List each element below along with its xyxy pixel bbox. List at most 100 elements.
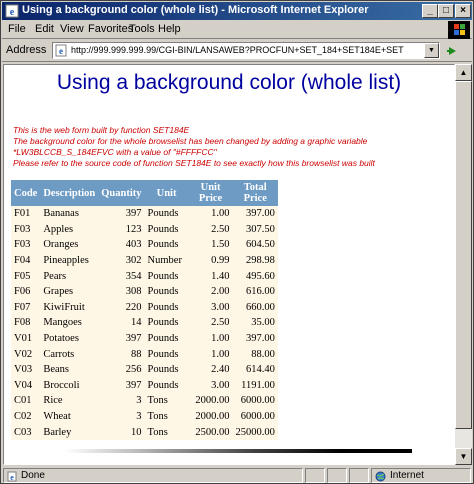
page-done-icon: e xyxy=(7,471,17,482)
cell-code: V02 xyxy=(11,346,41,362)
svg-text:e: e xyxy=(10,7,15,18)
cell-quantity: 10 xyxy=(98,424,145,440)
cell-description: Grapes xyxy=(40,283,99,300)
cell-total-price: 88.00 xyxy=(232,346,278,362)
menu-favorites[interactable]: Favorites xyxy=(88,23,133,35)
status-text: Done xyxy=(21,470,45,481)
cell-unit-price: 2000.00 xyxy=(188,393,233,409)
cell-total-price: 6000.00 xyxy=(232,393,278,409)
go-arrow-icon[interactable] xyxy=(444,43,462,59)
cell-code: F06 xyxy=(11,283,41,300)
table-row: V01 Potatoes 397 Pounds 1.00 397.00 xyxy=(11,330,278,347)
cell-unit: Pounds xyxy=(144,377,189,394)
page-viewport[interactable]: Using a background color (whole list) Th… xyxy=(3,64,455,465)
cell-total-price: 6000.00 xyxy=(232,408,278,425)
cell-code: F01 xyxy=(11,206,41,222)
cell-quantity: 3 xyxy=(98,393,145,409)
cell-total-price: 616.00 xyxy=(232,283,278,300)
note-line: The background color for the whole brows… xyxy=(13,136,368,146)
scroll-thumb[interactable] xyxy=(455,81,472,429)
menu-edit[interactable]: Edit xyxy=(35,23,54,35)
maximize-button[interactable]: □ xyxy=(438,4,454,18)
cell-quantity: 302 xyxy=(98,252,145,269)
cell-quantity: 220 xyxy=(98,299,145,316)
cell-description: Pineapples xyxy=(40,252,99,269)
table-row: V04 Broccoli 397 Pounds 3.00 1191.00 xyxy=(11,377,278,394)
cell-description: Potatoes xyxy=(40,330,99,347)
title-bar[interactable]: e Using a background color (whole list) … xyxy=(2,2,472,20)
ie-page-icon: e xyxy=(5,4,19,18)
table-row: V03 Beans 256 Pounds 2.40 614.40 xyxy=(11,361,278,378)
cell-quantity: 354 xyxy=(98,268,145,284)
cell-unit-price: 1.00 xyxy=(188,330,233,347)
close-button[interactable]: × xyxy=(455,4,471,18)
header-total-price: Total Price xyxy=(232,180,278,206)
cell-unit: Pounds xyxy=(144,346,189,362)
status-main-pane: e Done xyxy=(3,468,303,483)
cell-code: F05 xyxy=(11,268,41,284)
address-label: Address xyxy=(6,44,47,56)
vertical-scrollbar[interactable]: ▲ ▼ xyxy=(455,64,472,465)
header-unit-price: Unit Price xyxy=(188,180,233,206)
note-line: Please refer to the source code of funct… xyxy=(13,158,375,168)
cell-unit-price: 1.40 xyxy=(188,268,233,284)
cell-unit-price: 2.50 xyxy=(188,221,233,238)
cell-total-price: 660.00 xyxy=(232,299,278,316)
cell-code: C03 xyxy=(11,424,41,440)
cell-code: V04 xyxy=(11,377,41,394)
cell-quantity: 397 xyxy=(98,206,145,222)
cell-unit-price: 1.00 xyxy=(188,206,233,222)
description-notes: This is the web form built by function S… xyxy=(13,125,453,169)
scroll-down-icon[interactable]: ▼ xyxy=(455,448,472,465)
cell-description: Carrots xyxy=(40,346,99,362)
cell-quantity: 123 xyxy=(98,221,145,238)
cell-description: Mangoes xyxy=(40,315,99,331)
table-row: C01 Rice 3 Tons 2000.00 6000.00 xyxy=(11,393,278,409)
cell-unit-price: 1.00 xyxy=(188,346,233,362)
cell-quantity: 88 xyxy=(98,346,145,362)
window-title: Using a background color (whole list) - … xyxy=(22,4,369,16)
scroll-up-icon[interactable]: ▲ xyxy=(455,64,472,81)
cell-total-price: 604.50 xyxy=(232,237,278,253)
table-row: F04 Pineapples 302 Number 0.99 298.98 xyxy=(11,252,278,269)
menu-view[interactable]: View xyxy=(60,23,84,35)
menu-help[interactable]: Help xyxy=(158,23,181,35)
menu-file[interactable]: File xyxy=(8,23,26,35)
cell-code: F07 xyxy=(11,299,41,316)
header-description: Description xyxy=(40,180,99,206)
header-code: Code xyxy=(11,180,41,206)
cell-quantity: 397 xyxy=(98,377,145,394)
menu-bar: File Edit View Favorites Tools Help xyxy=(2,21,472,39)
cell-unit: Tons xyxy=(144,408,189,425)
cell-quantity: 308 xyxy=(98,283,145,300)
header-unit: Unit xyxy=(144,180,189,206)
cell-unit: Pounds xyxy=(144,330,189,347)
close-icon: × xyxy=(460,5,466,16)
globe-icon xyxy=(375,471,386,482)
status-bar: e Done Internet xyxy=(2,467,472,484)
address-input[interactable]: e http://999.999.999.99/CGI-BIN/LANSAWEB… xyxy=(52,42,440,59)
dropdown-arrow-icon[interactable]: ▼ xyxy=(424,43,439,58)
menu-tools[interactable]: Tools xyxy=(129,23,155,35)
table-row: F01 Bananas 397 Pounds 1.00 397.00 xyxy=(11,206,278,222)
cell-unit-price: 1.50 xyxy=(188,237,233,253)
cell-unit: Pounds xyxy=(144,268,189,284)
minimize-button[interactable]: _ xyxy=(422,4,438,18)
cell-code: F04 xyxy=(11,252,41,269)
cell-unit-price: 0.99 xyxy=(188,252,233,269)
cell-quantity: 256 xyxy=(98,361,145,378)
cell-description: Pears xyxy=(40,268,99,284)
note-line: This is the web form built by function S… xyxy=(13,125,190,135)
table-row: F06 Grapes 308 Pounds 2.00 616.00 xyxy=(11,283,278,300)
cell-unit-price: 3.00 xyxy=(188,299,233,316)
zone-text: Internet xyxy=(390,470,424,481)
note-line: *LW3BLCCB_S_184EFVC with a value of "#FF… xyxy=(13,147,217,157)
cell-code: C02 xyxy=(11,408,41,425)
cell-total-price: 1191.00 xyxy=(232,377,278,394)
cell-unit-price: 2.50 xyxy=(188,315,233,331)
svg-text:e: e xyxy=(59,46,63,56)
table-row: C02 Wheat 3 Tons 2000.00 6000.00 xyxy=(11,408,278,425)
cell-unit: Pounds xyxy=(144,221,189,238)
cell-total-price: 298.98 xyxy=(232,252,278,269)
cell-code: V01 xyxy=(11,330,41,347)
